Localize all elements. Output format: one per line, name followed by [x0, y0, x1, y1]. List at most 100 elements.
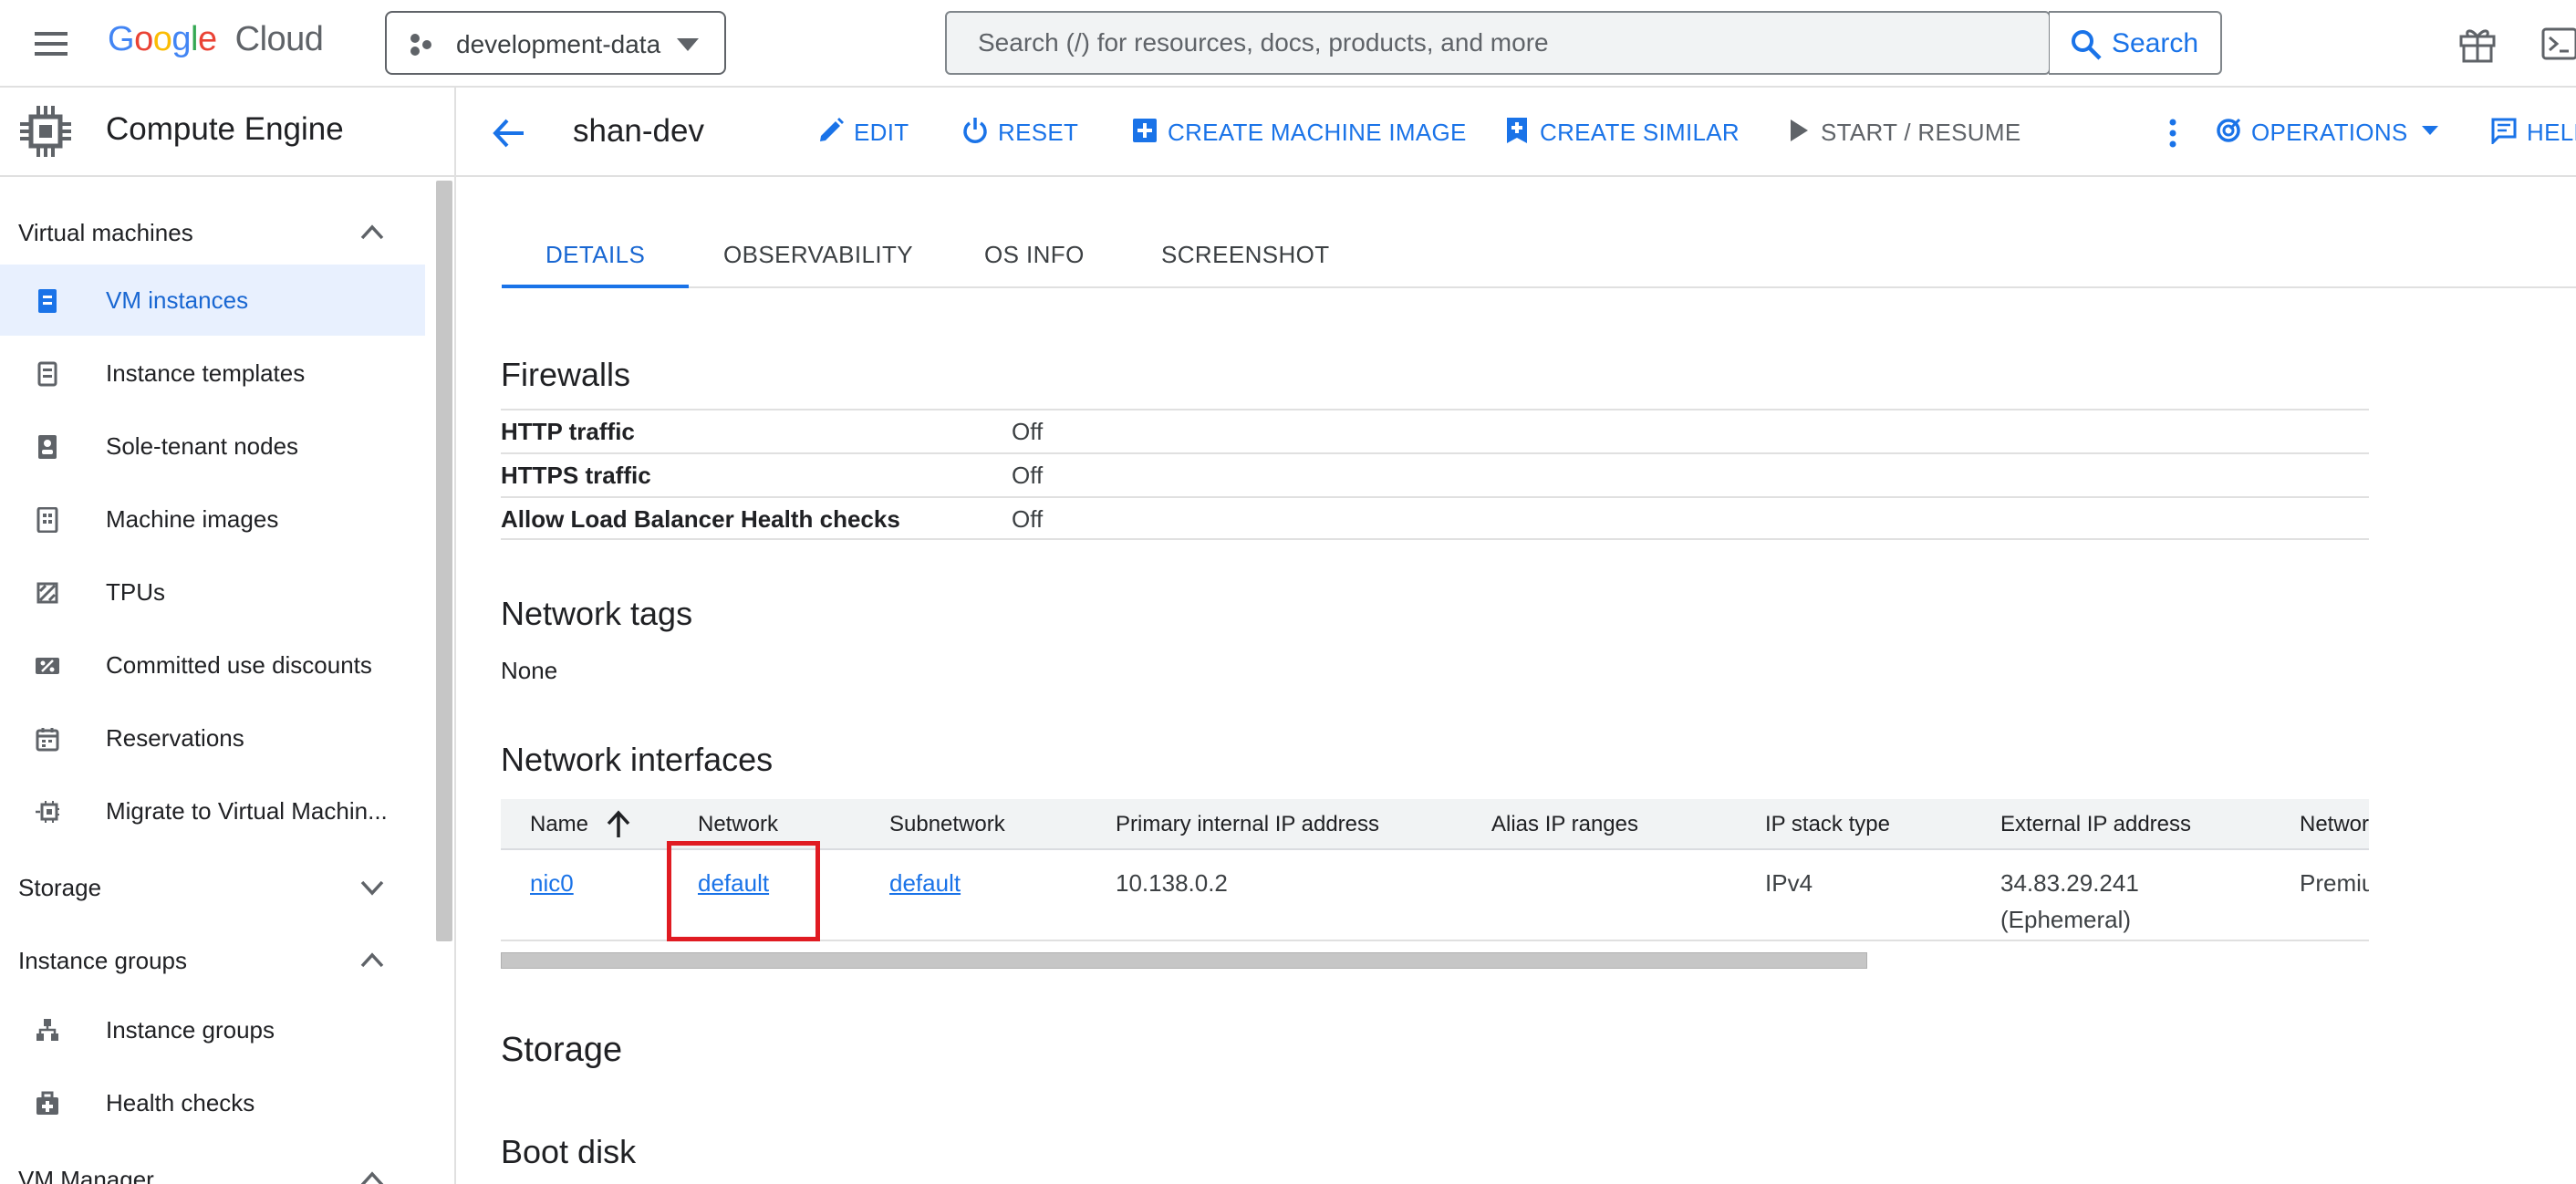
- primary-ip-value: 10.138.0.2: [1116, 869, 1228, 897]
- logo-letter: g: [171, 20, 191, 58]
- column-header-name[interactable]: Name: [530, 812, 588, 837]
- sidebar-item-committed-use-discounts[interactable]: Committed use discounts: [0, 629, 425, 701]
- more-vert-icon[interactable]: [2155, 115, 2191, 151]
- cloud-shell-icon[interactable]: [2541, 26, 2576, 62]
- table-row: nic0 default default 10.138.0.2 IPv4 34.…: [501, 850, 2369, 941]
- search-button[interactable]: Search: [2049, 11, 2222, 75]
- column-header-primary-ip: Primary internal IP address: [1116, 812, 1380, 836]
- tab-observability[interactable]: OBSERVABILITY: [680, 215, 957, 288]
- vm-instances-icon: [38, 289, 57, 313]
- table-horizontal-scrollbar[interactable]: [501, 952, 1867, 969]
- sidebar-item-label: Health checks: [106, 1089, 255, 1116]
- sidebar-scrollbar[interactable]: [436, 181, 452, 941]
- storage-heading: Storage: [501, 1031, 623, 1069]
- external-ip-value: 34.83.29.241: [2000, 869, 2139, 897]
- network-tier-value: Premium: [2300, 869, 2369, 897]
- boot-disk-heading: Boot disk: [501, 1133, 637, 1170]
- sidebar-item-reservations[interactable]: Reservations: [0, 702, 425, 774]
- network-interfaces-heading: Network interfaces: [501, 741, 774, 778]
- section-virtual-machines[interactable]: Virtual machines: [0, 201, 429, 265]
- compute-engine-icon: [20, 106, 71, 157]
- firewall-key: Allow Load Balancer Health checks: [501, 505, 900, 533]
- chevron-down-icon: [360, 880, 384, 896]
- search-input[interactable]: [947, 13, 2049, 73]
- logo-letter: e: [197, 20, 217, 58]
- column-header-subnetwork: Subnetwork: [889, 812, 1005, 836]
- firewall-value: Off: [1012, 505, 1044, 533]
- action-label: CREATE MACHINE IMAGE: [1168, 119, 1467, 146]
- sort-arrow-up-icon[interactable]: [605, 810, 632, 839]
- chevron-down-icon: [677, 38, 699, 51]
- search-button-label: Search: [2112, 28, 2199, 58]
- top-header: Google Cloud development-data Search: [0, 0, 2576, 88]
- chevron-down-icon: [2422, 126, 2438, 135]
- column-header-network: Network: [698, 812, 779, 836]
- network-default-link[interactable]: default: [698, 865, 769, 901]
- product-header: Compute Engine: [0, 88, 454, 177]
- feedback-icon: [2491, 118, 2517, 144]
- firewall-row-https: HTTPS traffic Off: [501, 452, 2369, 496]
- firewall-value: Off: [1012, 462, 1044, 489]
- tab-details[interactable]: DETAILS: [502, 215, 690, 288]
- firewall-row-lb-health: Allow Load Balancer Health checks Off: [501, 496, 2369, 540]
- sidebar-item-label: Committed use discounts: [106, 651, 372, 679]
- sidebar-item-health-checks[interactable]: Health checks: [0, 1067, 425, 1138]
- subnetwork-default-link[interactable]: default: [889, 865, 961, 901]
- sidebar-item-machine-images[interactable]: Machine images: [0, 483, 425, 555]
- sidebar-item-vm-instances[interactable]: VM instances: [0, 265, 425, 336]
- tab-label: SCREENSHOT: [1161, 241, 1330, 268]
- sidebar-item-instance-templates[interactable]: Instance templates: [0, 338, 425, 409]
- search-box: [945, 11, 2051, 75]
- instance-action-bar: shan-dev EDIT RESET CREATE MACHINE IMAGE…: [456, 88, 2576, 177]
- nic-name-link[interactable]: nic0: [530, 865, 574, 901]
- sidebar-item-label: Reservations: [106, 724, 244, 752]
- add-bookmark-icon: [1507, 118, 1527, 143]
- sidebar-item-migrate[interactable]: Migrate to Virtual Machin...: [0, 775, 425, 846]
- tab-screenshot[interactable]: SCREENSHOT: [1117, 215, 1374, 288]
- action-label: START / RESUME: [1821, 119, 2021, 146]
- sidebar-item-sole-tenant-nodes[interactable]: Sole-tenant nodes: [0, 410, 425, 482]
- tpu-icon: [36, 582, 58, 604]
- table-header: Name Network Subnetwork Primary internal…: [501, 799, 2369, 850]
- project-name: development-data: [456, 30, 661, 58]
- section-storage[interactable]: Storage: [0, 856, 429, 919]
- sidebar-item-tpus[interactable]: TPUs: [0, 556, 425, 628]
- discount-icon: [36, 658, 59, 674]
- instance-groups-icon: [36, 1019, 58, 1041]
- sidebar-item-instance-groups[interactable]: Instance groups: [0, 994, 425, 1065]
- logo-letter: o: [134, 20, 153, 58]
- operations-icon: [2217, 118, 2241, 142]
- action-label: HELP: [2527, 119, 2576, 146]
- section-instance-groups[interactable]: Instance groups: [0, 929, 429, 992]
- health-checks-icon: [36, 1091, 58, 1115]
- sidebar-item-label: Instance templates: [106, 359, 306, 387]
- gift-icon[interactable]: [2457, 24, 2498, 64]
- section-label: Virtual machines: [18, 219, 193, 246]
- add-box-icon: [1133, 119, 1157, 142]
- instance-templates-icon: [37, 361, 57, 387]
- pencil-icon: [820, 118, 844, 141]
- logo-cloud-word: Cloud: [234, 20, 324, 58]
- sidebar-item-label: Migrate to Virtual Machin...: [106, 797, 388, 825]
- firewalls-heading: Firewalls: [501, 356, 631, 393]
- logo-letter: G: [108, 20, 135, 58]
- logo-letter: o: [152, 20, 172, 58]
- sidebar-item-label: Machine images: [106, 505, 279, 533]
- sidebar-item-label: Sole-tenant nodes: [106, 432, 299, 460]
- chevron-up-icon: [360, 1171, 384, 1184]
- main-menu-icon[interactable]: [33, 26, 69, 62]
- sidebar-item-label: Instance groups: [106, 1016, 275, 1044]
- google-cloud-logo[interactable]: Google Cloud: [108, 20, 324, 68]
- network-tags-value: None: [501, 657, 558, 684]
- calendar-icon: [36, 728, 59, 752]
- tab-os-info[interactable]: OS INFO: [940, 215, 1128, 288]
- section-vm-manager[interactable]: VM Manager: [0, 1148, 429, 1184]
- left-sidebar: Compute Engine Virtual machines VM insta…: [0, 88, 456, 1184]
- network-interfaces-table: Name Network Subnetwork Primary internal…: [501, 799, 2369, 941]
- project-picker[interactable]: development-data: [385, 11, 726, 75]
- back-arrow-icon[interactable]: [491, 115, 527, 151]
- column-header-alias-ip: Alias IP ranges: [1491, 812, 1638, 836]
- section-label: VM Manager: [18, 1166, 154, 1184]
- firewall-value: Off: [1012, 418, 1044, 445]
- tab-label: DETAILS: [545, 241, 646, 268]
